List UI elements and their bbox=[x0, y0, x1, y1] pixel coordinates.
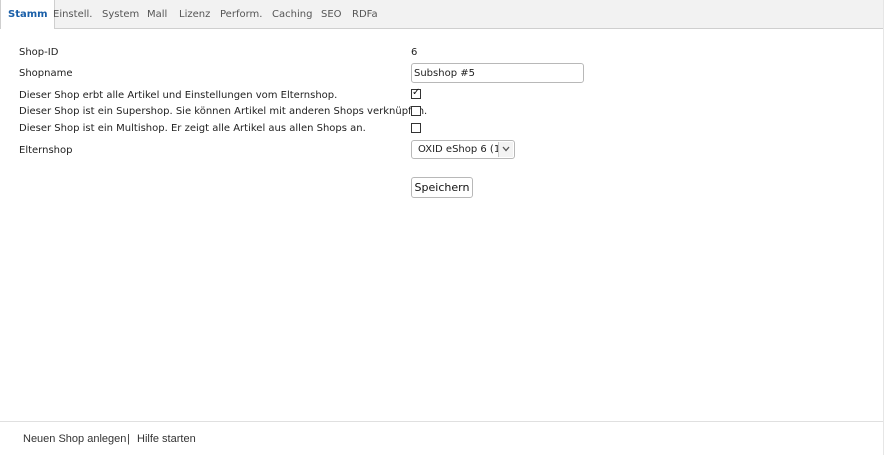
multishop-checkbox[interactable] bbox=[411, 123, 421, 133]
tab-bar: Stamm Einstell. System Mall Lizenz Perfo… bbox=[0, 0, 883, 29]
footer-separator: | bbox=[127, 433, 130, 445]
tab-seo[interactable]: SEO bbox=[321, 0, 342, 28]
tab-rdfa[interactable]: RDFa bbox=[352, 0, 378, 28]
shop-id-label: Shop-ID bbox=[19, 47, 59, 58]
shopname-label: Shopname bbox=[19, 68, 73, 79]
new-shop-link[interactable]: Neuen Shop anlegen bbox=[23, 433, 126, 445]
tab-mall[interactable]: Mall bbox=[147, 0, 167, 28]
multishop-label: Dieser Shop ist ein Multishop. Er zeigt … bbox=[19, 123, 366, 134]
tab-stamm[interactable]: Stamm bbox=[0, 0, 55, 29]
supershop-checkbox[interactable] bbox=[411, 106, 421, 116]
parent-shop-label: Elternshop bbox=[19, 145, 73, 156]
checkmark-icon: ✓ bbox=[412, 87, 421, 98]
inherit-label: Dieser Shop erbt alle Artikel und Einste… bbox=[19, 90, 338, 101]
parent-shop-select[interactable]: OXID eShop 6 (1) bbox=[411, 140, 515, 159]
inherit-checkbox[interactable]: ✓ bbox=[411, 87, 421, 99]
parent-shop-selected: OXID eShop 6 (1) bbox=[418, 144, 505, 155]
help-link[interactable]: Hilfe starten bbox=[137, 433, 196, 445]
save-button[interactable]: Speichern bbox=[411, 177, 473, 198]
tab-einstell[interactable]: Einstell. bbox=[53, 0, 92, 28]
shop-id-value: 6 bbox=[411, 47, 418, 58]
footer-bar: Neuen Shop anlegen | Hilfe starten bbox=[0, 421, 883, 456]
shopname-input[interactable] bbox=[411, 63, 584, 83]
chevron-down-icon[interactable] bbox=[498, 142, 513, 157]
tab-caching[interactable]: Caching bbox=[272, 0, 312, 28]
tab-perform[interactable]: Perform. bbox=[220, 0, 262, 28]
tab-system[interactable]: System bbox=[102, 0, 139, 28]
supershop-label: Dieser Shop ist ein Supershop. Sie könne… bbox=[19, 106, 428, 117]
tab-lizenz[interactable]: Lizenz bbox=[179, 0, 210, 28]
